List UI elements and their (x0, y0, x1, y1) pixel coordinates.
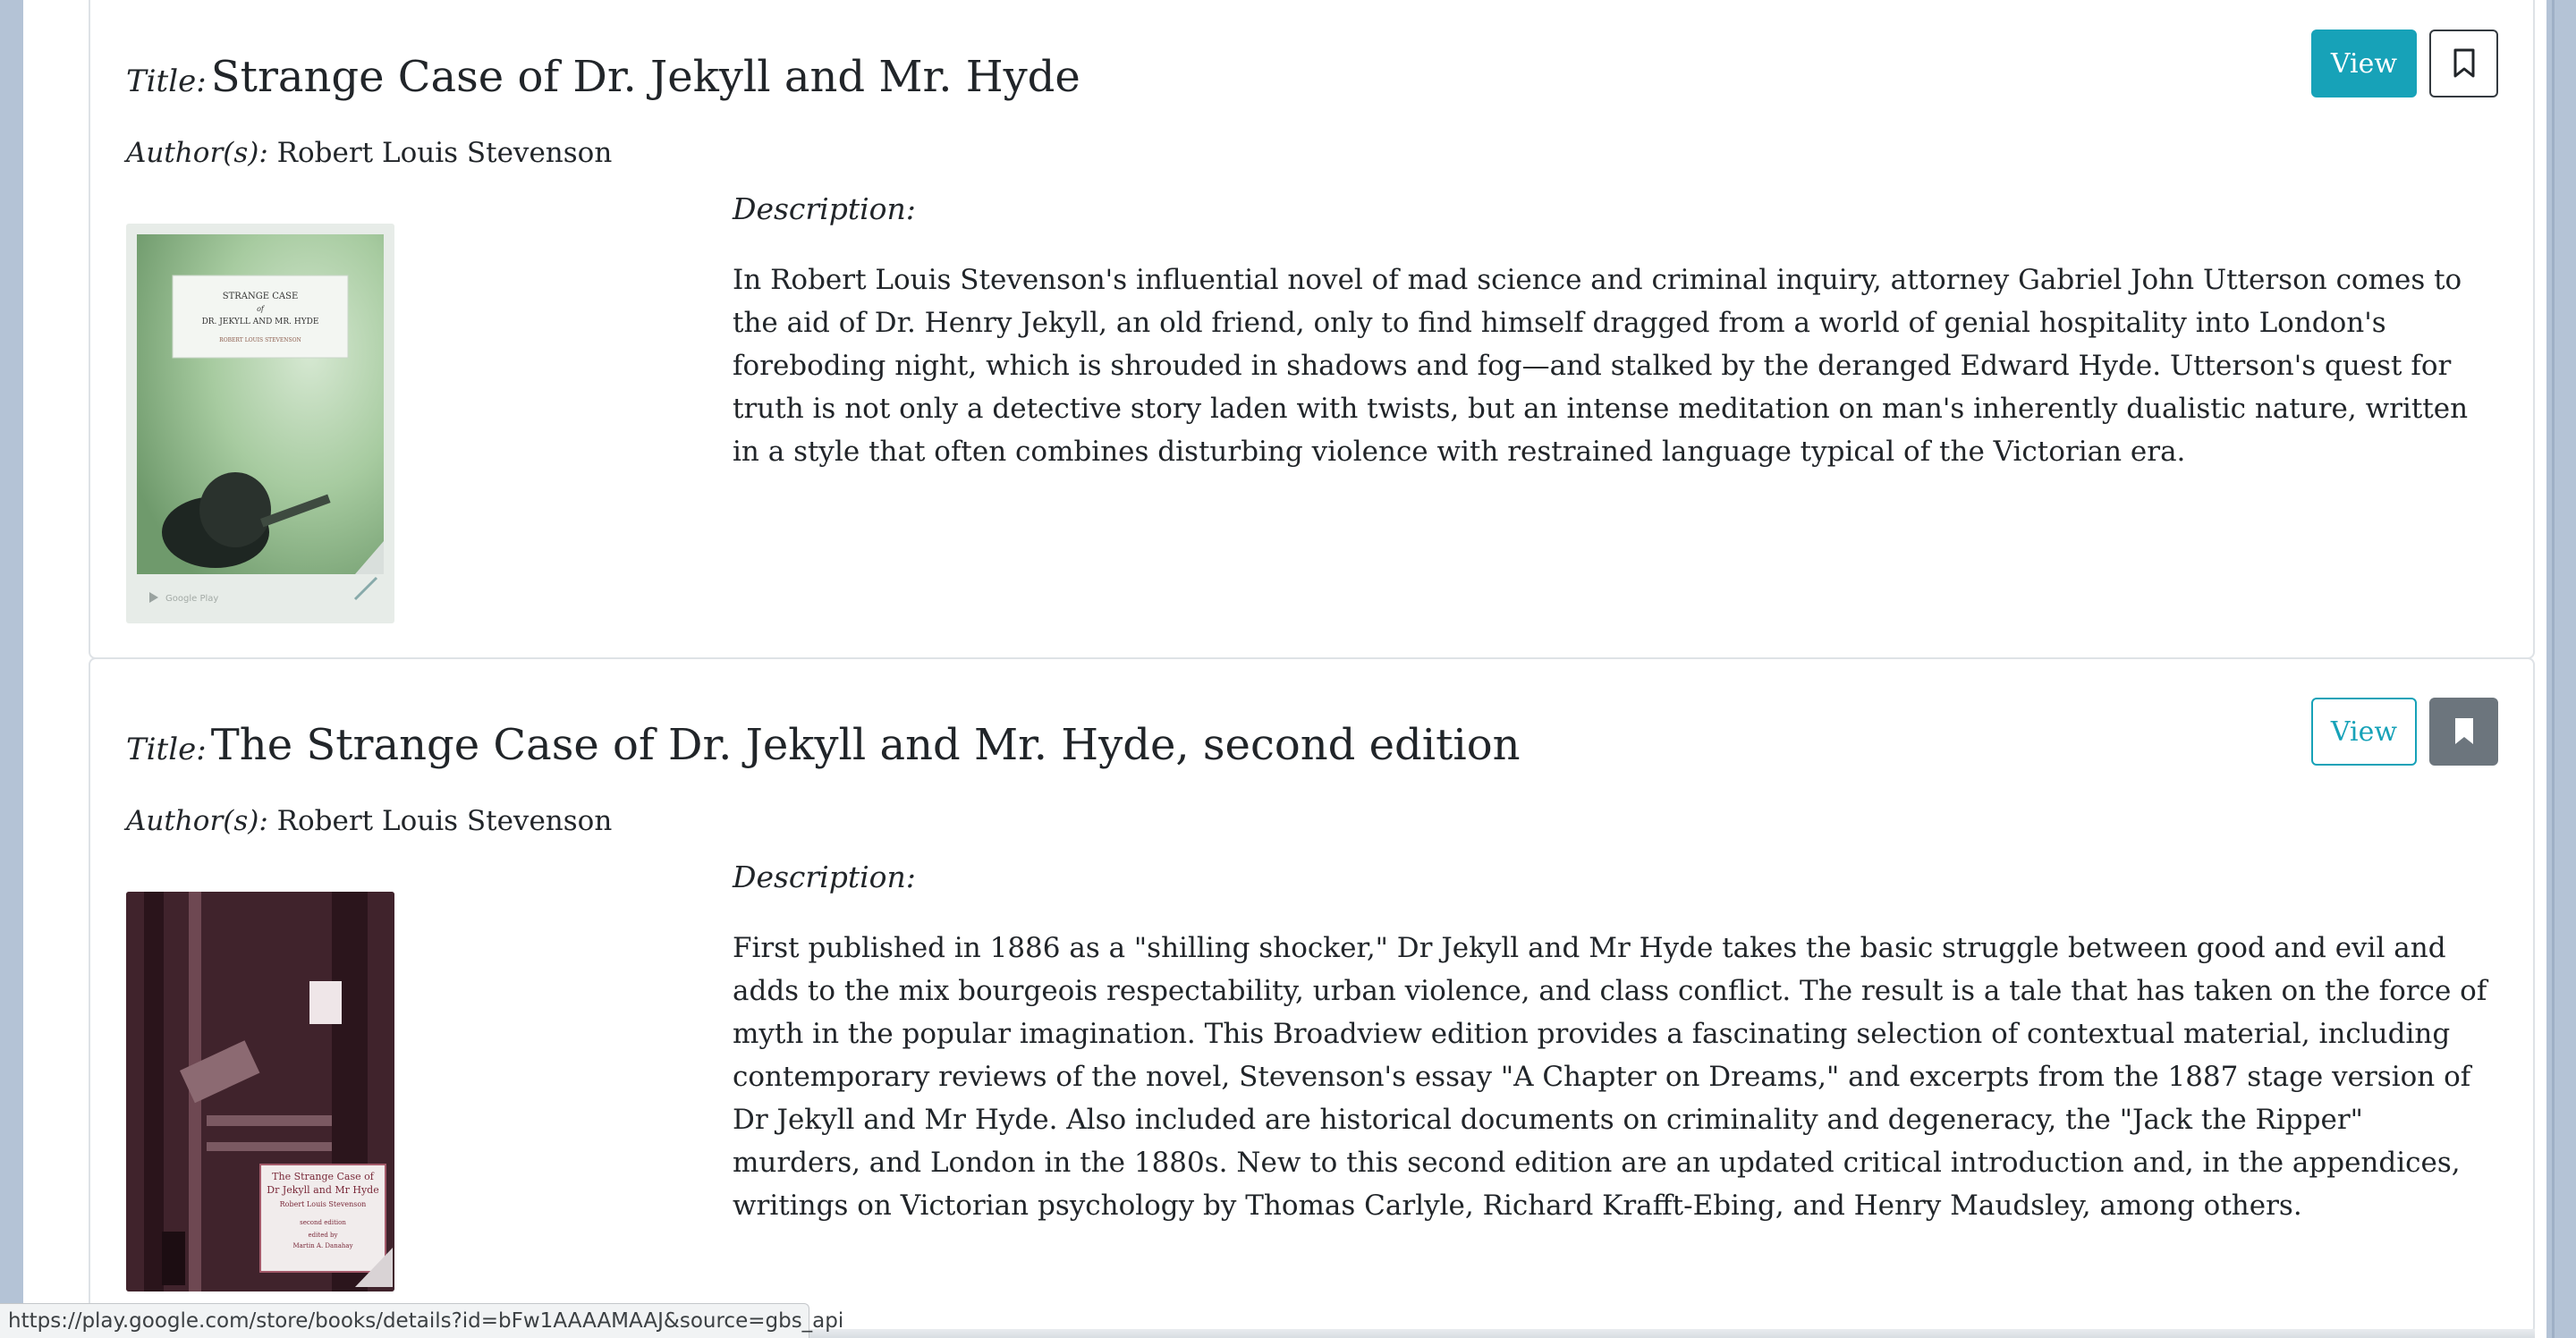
cover-line: The Strange Case of (272, 1171, 375, 1182)
authors-label: Author(s): (126, 137, 268, 169)
title-label: Title: (126, 64, 207, 99)
cover-badge: Google Play (165, 594, 218, 604)
bookmark-filled-icon (2454, 718, 2473, 744)
bookmark-outline-icon (2453, 48, 2474, 78)
book-authors-row: Author(s): Robert Louis Stevenson (126, 805, 612, 837)
link-status-bar: https://play.google.com/store/books/deta… (0, 1303, 843, 1338)
description-label: Description: (733, 860, 916, 894)
book-card: View Title: Strange Case of Dr. Jekyll a… (89, 0, 2535, 659)
cover-line: Martin A. Danahay (292, 1242, 352, 1249)
left-gutter (0, 0, 23, 1338)
authors-label: Author(s): (126, 805, 268, 837)
book-title-row: Title: Strange Case of Dr. Jekyll and Mr… (126, 52, 1080, 102)
view-button[interactable]: View (2311, 698, 2417, 766)
book-title: Strange Case of Dr. Jekyll and Mr. Hyde (210, 52, 1080, 102)
title-label: Title: (126, 732, 207, 767)
book-description: In Robert Louis Stevenson's influential … (733, 264, 2469, 468)
right-scrollbar-track[interactable] (2546, 0, 2576, 1338)
book-card: View Title: The Strange Case of Dr. Jeky… (89, 657, 2535, 1334)
scrollbar-rail (2552, 0, 2555, 1338)
cover-line: STRANGE CASE (223, 292, 299, 301)
book-cover-image[interactable]: STRANGE CASE of DR. JEKYLL AND MR. HYDE … (126, 224, 394, 623)
book-authors: Robert Louis Stevenson (276, 805, 613, 837)
cover-line: DR. JEKYLL AND MR. HYDE (202, 318, 319, 326)
cover-line: edited by (309, 1232, 338, 1239)
cover-line: second edition (300, 1219, 346, 1226)
cover-line: Dr Jekyll and Mr Hyde (267, 1184, 378, 1196)
cover-line: ROBERT LOUIS STEVENSON (219, 337, 301, 343)
bookmark-button[interactable] (2429, 698, 2498, 766)
description-label: Description: (733, 191, 916, 226)
cover-line: Robert Louis Stevenson (280, 1200, 367, 1208)
book-cover-image[interactable]: The Strange Case of Dr Jekyll and Mr Hyd… (126, 892, 394, 1291)
book-authors-row: Author(s): Robert Louis Stevenson (126, 137, 612, 169)
book-title: The Strange Case of Dr. Jekyll and Mr. H… (210, 720, 1521, 770)
book-title-row: Title: The Strange Case of Dr. Jekyll an… (126, 720, 1521, 770)
bookmark-button[interactable] (2429, 30, 2498, 97)
results-page: View Title: Strange Case of Dr. Jekyll a… (23, 0, 2546, 1338)
book-description: First published in 1886 as a "shilling s… (733, 932, 2487, 1222)
view-button[interactable]: View (2311, 30, 2417, 97)
book-authors: Robert Louis Stevenson (276, 137, 613, 169)
